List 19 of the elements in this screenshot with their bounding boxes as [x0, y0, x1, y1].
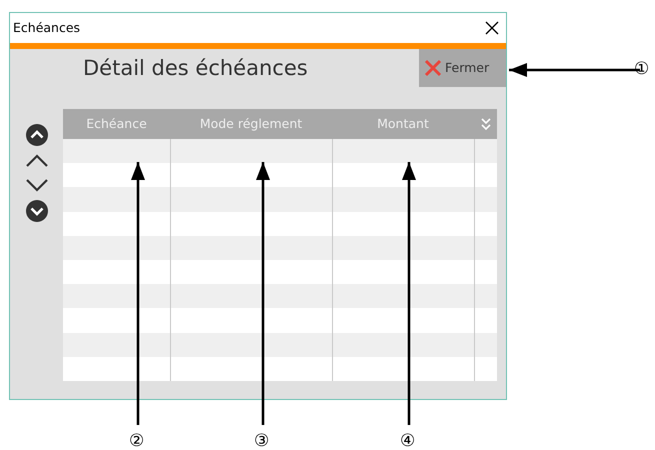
table-row[interactable] [63, 284, 497, 308]
table-row[interactable] [63, 236, 497, 260]
close-button[interactable]: Fermer [419, 49, 506, 87]
callout-number: ③ [254, 433, 270, 450]
table-row[interactable] [63, 187, 497, 212]
window-title: Echéances [13, 18, 80, 37]
close-icon [423, 58, 443, 78]
table-row[interactable] [63, 332, 497, 357]
callout-number: ① [634, 61, 650, 78]
column-header[interactable]: Echéance [63, 114, 170, 134]
first-button[interactable] [24, 123, 48, 147]
column-header[interactable]: Mode réglement [170, 114, 332, 134]
callout-number: ④ [400, 433, 416, 450]
expand-icon[interactable] [480, 117, 492, 131]
dialog-heading: Détail des échéances [83, 55, 309, 82]
close-icon[interactable] [484, 20, 500, 36]
callout-number: ② [129, 433, 144, 450]
last-button[interactable] [24, 199, 48, 223]
column-header[interactable]: Montant [332, 114, 474, 134]
